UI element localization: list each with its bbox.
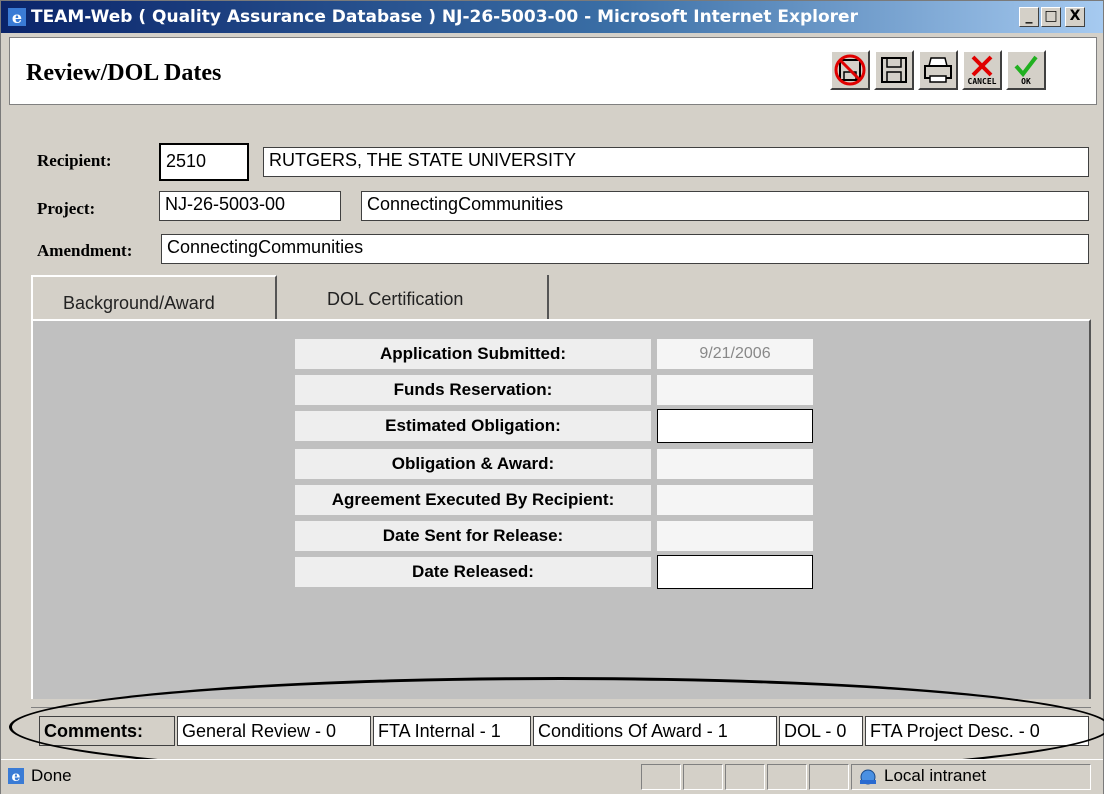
agreement-executed-value	[657, 485, 813, 515]
date-label-agreement-executed: Agreement Executed By Recipient:	[295, 485, 651, 515]
maximize-button[interactable]: □	[1041, 7, 1061, 27]
ie-logo-icon: e	[7, 7, 27, 27]
cancel-label: CANCEL	[967, 77, 997, 86]
ok-label: OK	[1021, 77, 1031, 86]
tab-dol-certification[interactable]: DOL Certification	[279, 275, 549, 319]
page-header: Review/DOL Dates CANCEL OK	[9, 37, 1097, 105]
save-button[interactable]	[874, 50, 914, 90]
amendment-label: Amendment:	[37, 241, 133, 260]
window-title: TEAM-Web ( Quality Assurance Database ) …	[31, 7, 858, 27]
print-button[interactable]	[918, 50, 958, 90]
intranet-globe-icon	[858, 768, 878, 791]
minimize-button[interactable]: _	[1019, 7, 1039, 27]
project-id-field[interactable]: NJ-26-5003-00	[159, 191, 341, 221]
project-name-field[interactable]: ConnectingCommunities	[361, 191, 1089, 221]
application-submitted-value: 9/21/2006	[657, 339, 813, 369]
status-cell	[641, 764, 681, 790]
svg-text:e: e	[12, 769, 21, 785]
zone-cell: Local intranet	[851, 764, 1091, 790]
floppy-disk-icon	[881, 57, 907, 83]
recipient-label: Recipient:	[37, 151, 112, 170]
tab-dol-certification-label: DOL Certification	[327, 289, 464, 309]
funds-reservation-value	[657, 375, 813, 405]
status-cell	[683, 764, 723, 790]
status-cell	[725, 764, 765, 790]
obligation-award-value	[657, 449, 813, 479]
date-sent-release-value	[657, 521, 813, 551]
date-label-funds-reservation: Funds Reservation:	[295, 375, 651, 405]
amendment-field[interactable]: ConnectingCommunities	[161, 234, 1089, 264]
status-bar: e Done Local intranet	[1, 759, 1103, 794]
tab-background-award[interactable]: Background/Award	[31, 275, 277, 319]
date-released-input[interactable]	[657, 555, 813, 589]
status-cell	[767, 764, 807, 790]
zone-label: Local intranet	[884, 766, 987, 785]
date-label-estimated-obligation: Estimated Obligation:	[295, 411, 651, 441]
estimated-obligation-input[interactable]	[657, 409, 813, 443]
tab-background-award-label: Background/Award	[63, 293, 215, 313]
page-done-icon: e	[7, 767, 25, 785]
svg-text:e: e	[12, 8, 22, 27]
ok-button[interactable]: OK	[1006, 50, 1046, 90]
date-label-obligation-award: Obligation & Award:	[295, 449, 651, 479]
date-label-application-submitted: Application Submitted:	[295, 339, 651, 369]
date-label-date-released: Date Released:	[295, 557, 651, 587]
recipient-id-field[interactable]: 2510	[159, 143, 249, 181]
close-button[interactable]: X	[1065, 7, 1085, 27]
title-bar: e TEAM-Web ( Quality Assurance Database …	[1, 1, 1103, 33]
date-label-date-sent-release: Date Sent for Release:	[295, 521, 651, 551]
project-label: Project:	[37, 199, 96, 218]
cancel-button[interactable]: CANCEL	[962, 50, 1002, 90]
status-text: Done	[31, 766, 72, 785]
status-cell	[809, 764, 849, 790]
no-save-button[interactable]	[830, 50, 870, 90]
browser-window: e TEAM-Web ( Quality Assurance Database …	[0, 0, 1104, 794]
recipient-name-field[interactable]: RUTGERS, THE STATE UNIVERSITY	[263, 147, 1089, 177]
no-save-icon	[834, 54, 866, 86]
page-title: Review/DOL Dates	[26, 60, 222, 86]
printer-icon	[924, 57, 952, 83]
